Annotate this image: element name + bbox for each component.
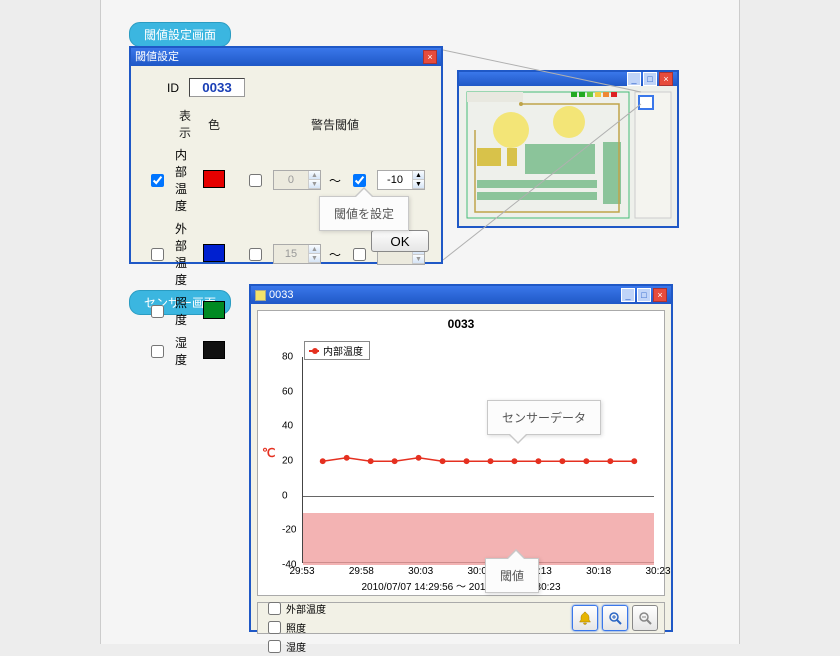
sensor-window: 0033 _ □ × 0033 内部温度 ℃ 2010/07/07 14:29:…: [249, 284, 673, 632]
y-tick: -20: [282, 525, 296, 536]
minimize-icon[interactable]: _: [627, 72, 641, 86]
id-label: ID: [167, 81, 179, 95]
threshold-window: 閾値設定 × ID 表示 色 警告閾値 内部温度0▲▼～-10▲▼外部温度15▲…: [129, 46, 443, 264]
ok-button[interactable]: OK: [371, 230, 429, 252]
maximize-icon[interactable]: □: [637, 288, 651, 302]
x-axis-label: 2010/07/07 14:29:56 ～ 2010/07/07 14:30:2…: [258, 578, 664, 593]
zoom-in-button[interactable]: [602, 605, 628, 631]
y-tick: 0: [282, 490, 288, 501]
color-swatch[interactable]: [203, 341, 225, 359]
threshold-window-title: 閾値設定: [135, 48, 179, 66]
id-input[interactable]: [189, 78, 245, 97]
x-tick: 29:58: [349, 566, 374, 577]
chart-title: 0033: [258, 311, 664, 331]
col-color: 色: [199, 105, 229, 143]
display-checkbox[interactable]: [151, 174, 164, 187]
footer-check-1[interactable]: 外部温度: [264, 599, 326, 618]
callout-sensor-data: センサーデータ: [487, 400, 601, 435]
x-tick: 30:18: [586, 566, 611, 577]
close-icon[interactable]: ×: [653, 288, 667, 302]
high-enable-checkbox[interactable]: [353, 248, 366, 261]
close-icon[interactable]: ×: [423, 50, 437, 64]
color-swatch[interactable]: [203, 170, 225, 188]
footer-check-2[interactable]: 照度: [264, 618, 326, 637]
row-label: 湿度: [171, 331, 199, 371]
footer-check-3[interactable]: 湿度: [264, 637, 326, 656]
x-tick: 30:03: [408, 566, 433, 577]
preview-layout: [459, 86, 677, 226]
y-tick: 80: [282, 352, 293, 363]
x-tick: 30:23: [645, 566, 670, 577]
display-checkbox[interactable]: [151, 248, 164, 261]
display-checkbox[interactable]: [151, 305, 164, 318]
minimize-icon[interactable]: _: [621, 288, 635, 302]
y-tick: 40: [282, 421, 293, 432]
chart-plot: [302, 357, 654, 563]
threshold-titlebar[interactable]: 閾値設定 ×: [131, 48, 441, 66]
y-axis-unit: ℃: [262, 446, 275, 460]
row-label: 照度: [171, 291, 199, 331]
color-swatch[interactable]: [203, 244, 225, 262]
callout-threshold: 閾値: [485, 558, 539, 593]
low-spinner[interactable]: 0▲▼: [273, 170, 321, 190]
color-swatch[interactable]: [203, 301, 225, 319]
low-spinner[interactable]: 15▲▼: [273, 244, 321, 264]
display-checkbox[interactable]: [151, 345, 164, 358]
low-enable-checkbox[interactable]: [249, 248, 262, 261]
col-warn: 警告閾値: [241, 105, 429, 143]
high-spinner[interactable]: -10▲▼: [377, 170, 425, 190]
low-enable-checkbox[interactable]: [249, 174, 262, 187]
callout-set-threshold: 閾値を設定: [319, 196, 409, 231]
sensor-titlebar[interactable]: 0033 _ □ ×: [251, 286, 671, 304]
section-tag-threshold: 閾値設定画面: [129, 22, 231, 47]
close-icon[interactable]: ×: [659, 72, 673, 86]
maximize-icon[interactable]: □: [643, 72, 657, 86]
y-tick: 60: [282, 386, 293, 397]
bell-button[interactable]: [572, 605, 598, 631]
zoom-out-button[interactable]: [632, 605, 658, 631]
window-icon: [255, 290, 266, 301]
preview-window: _ □ ×: [457, 70, 679, 228]
chart-area: 0033 内部温度 ℃ 2010/07/07 14:29:56 ～ 2010/0…: [257, 310, 665, 596]
sensor-window-title: 0033: [269, 286, 293, 304]
row-label: 内部温度: [171, 143, 199, 217]
zoom-in-icon: [608, 611, 622, 625]
y-tick: 20: [282, 456, 293, 467]
row-label: 外部温度: [171, 217, 199, 291]
bell-icon: [578, 611, 592, 625]
x-tick: 29:53: [289, 566, 314, 577]
col-display: 表示: [171, 105, 199, 143]
sensor-footer: 内部温度外部温度照度湿度: [257, 602, 665, 634]
zoom-out-icon: [638, 611, 652, 625]
